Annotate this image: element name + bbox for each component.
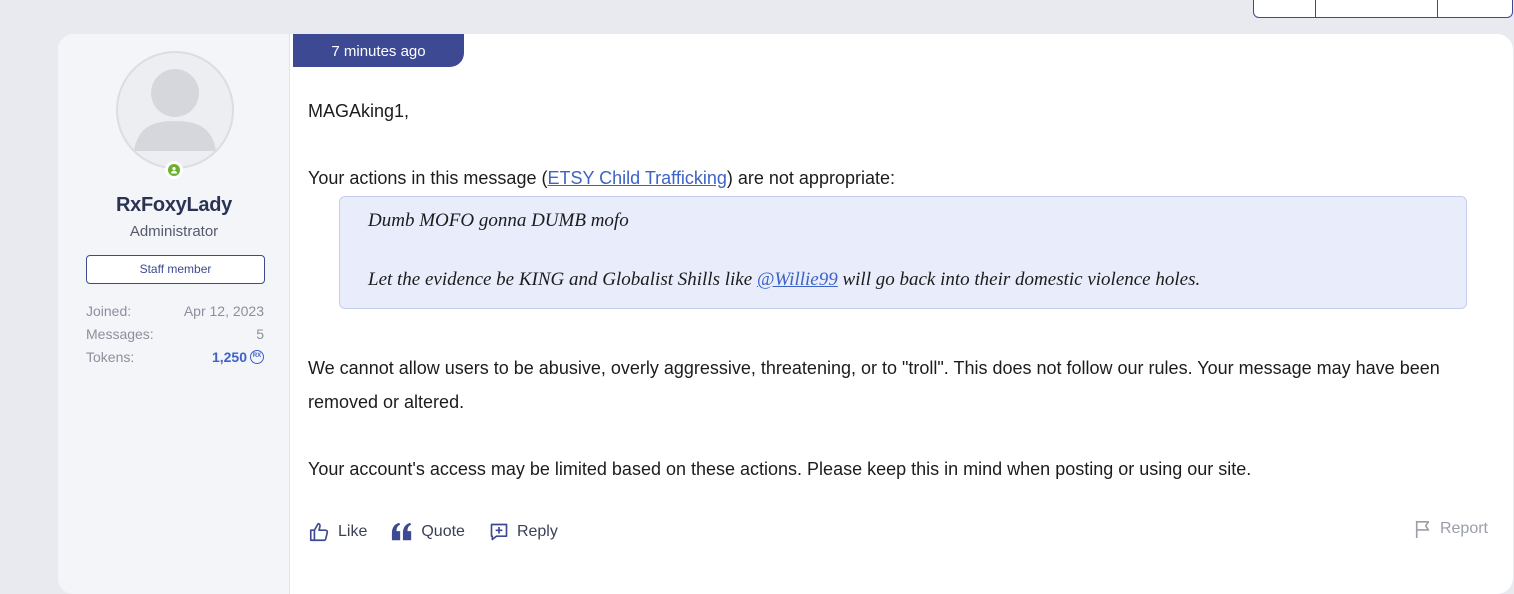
stat-label: Joined: [86,302,132,319]
quote-line-1: Dumb MOFO gonna DUMB mofo [368,210,629,231]
quoted-message: Dumb MOFO gonna DUMB mofo Let the eviden… [339,196,1467,309]
actions-text-before: Your actions in this message ( [308,168,548,188]
top-pagination-tabs [1253,0,1513,18]
top-tab-2[interactable] [1316,0,1438,17]
username[interactable]: RxFoxyLady [58,194,290,217]
top-tab-1[interactable] [1254,0,1316,17]
stat-value: 5 [256,325,264,342]
online-status-icon [165,161,183,179]
reply-button[interactable]: Reply [489,522,558,542]
like-label: Like [338,523,368,540]
reply-icon [490,523,508,541]
quote-text-before: Let the evidence be KING and Globalist S… [368,269,757,290]
quote-line-2: Let the evidence be KING and Globalist S… [368,265,1438,294]
rx-token-icon: RX [250,349,264,364]
stat-label: Messages: [86,325,154,342]
staff-member-badge: Staff member [86,255,265,284]
user-mention-link[interactable]: @Willie99 [757,269,838,290]
user-stats: Joined: Apr 12, 2023 Messages: 5 Tokens:… [86,299,264,368]
greeting: MAGAking1, [308,101,410,121]
quote-icon [392,522,412,541]
thumbs-up-icon [309,522,329,542]
stat-value: Apr 12, 2023 [183,302,264,319]
like-button[interactable]: Like [308,521,367,543]
quote-text-after: will go back into their domestic violenc… [837,269,1201,290]
report-label: Report [1439,520,1488,537]
actions-text-after: ) are not appropriate: [726,168,895,188]
stat-label: Tokens: [86,348,135,365]
post-actions: Like Quote Reply Report [308,517,1488,547]
stat-joined: Joined: Apr 12, 2023 [86,299,264,322]
post-timestamp[interactable]: 7 minutes ago [293,34,464,67]
quote-label: Quote [421,523,465,540]
tokens-amount: 1,250 [211,348,247,365]
quote-button[interactable]: Quote [391,522,465,542]
flag-icon [1415,520,1430,538]
rules-paragraph: We cannot allow users to be abusive, ove… [308,358,1440,412]
user-sidebar: RxFoxyLady Administrator Staff member Jo… [58,34,290,594]
message-post: RxFoxyLady Administrator Staff member Jo… [58,34,1513,594]
access-paragraph: Your account's access may be limited bas… [308,459,1252,479]
tokens-value: 1,250 RX [212,349,264,365]
stat-tokens: Tokens: 1,250 RX [86,345,264,368]
reply-label: Reply [516,523,558,540]
stat-messages: Messages: 5 [86,322,264,345]
post-body: MAGAking1, Your actions in this message … [308,94,1488,486]
actions-statement: Your actions in this message (ETSY Child… [308,161,1488,195]
default-user-icon [134,69,216,151]
thread-link[interactable]: ETSY Child Trafficking [547,168,726,188]
avatar[interactable] [116,51,234,169]
user-title: Administrator [129,223,219,240]
report-button[interactable]: Report [1414,519,1488,539]
top-tab-3[interactable] [1438,0,1512,17]
